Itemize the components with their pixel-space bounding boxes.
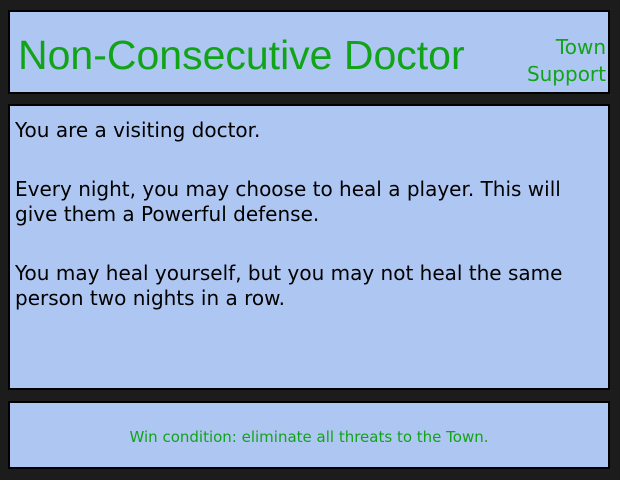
description-paragraph: You are a visiting doctor. — [15, 118, 261, 142]
win-condition-panel: Win condition: eliminate all threats to … — [8, 401, 610, 469]
win-condition-text: Win condition: eliminate all threats to … — [129, 428, 489, 446]
role-faction: Town Support — [527, 34, 606, 88]
description-paragraph: Every night, you may choose to heal a pl… — [15, 177, 561, 226]
role-title: Non-Consecutive Doctor — [18, 32, 465, 78]
role-header-panel: Non-Consecutive Doctor Town Support — [8, 10, 610, 94]
description-paragraph: You may heal yourself, but you may not h… — [15, 261, 563, 310]
role-description-panel: You are a visiting doctor. Every night, … — [8, 104, 610, 390]
role-faction-category: Support — [526, 62, 606, 86]
role-description: You are a visiting doctor. Every night, … — [15, 118, 595, 345]
role-faction-alignment: Town — [555, 35, 606, 59]
